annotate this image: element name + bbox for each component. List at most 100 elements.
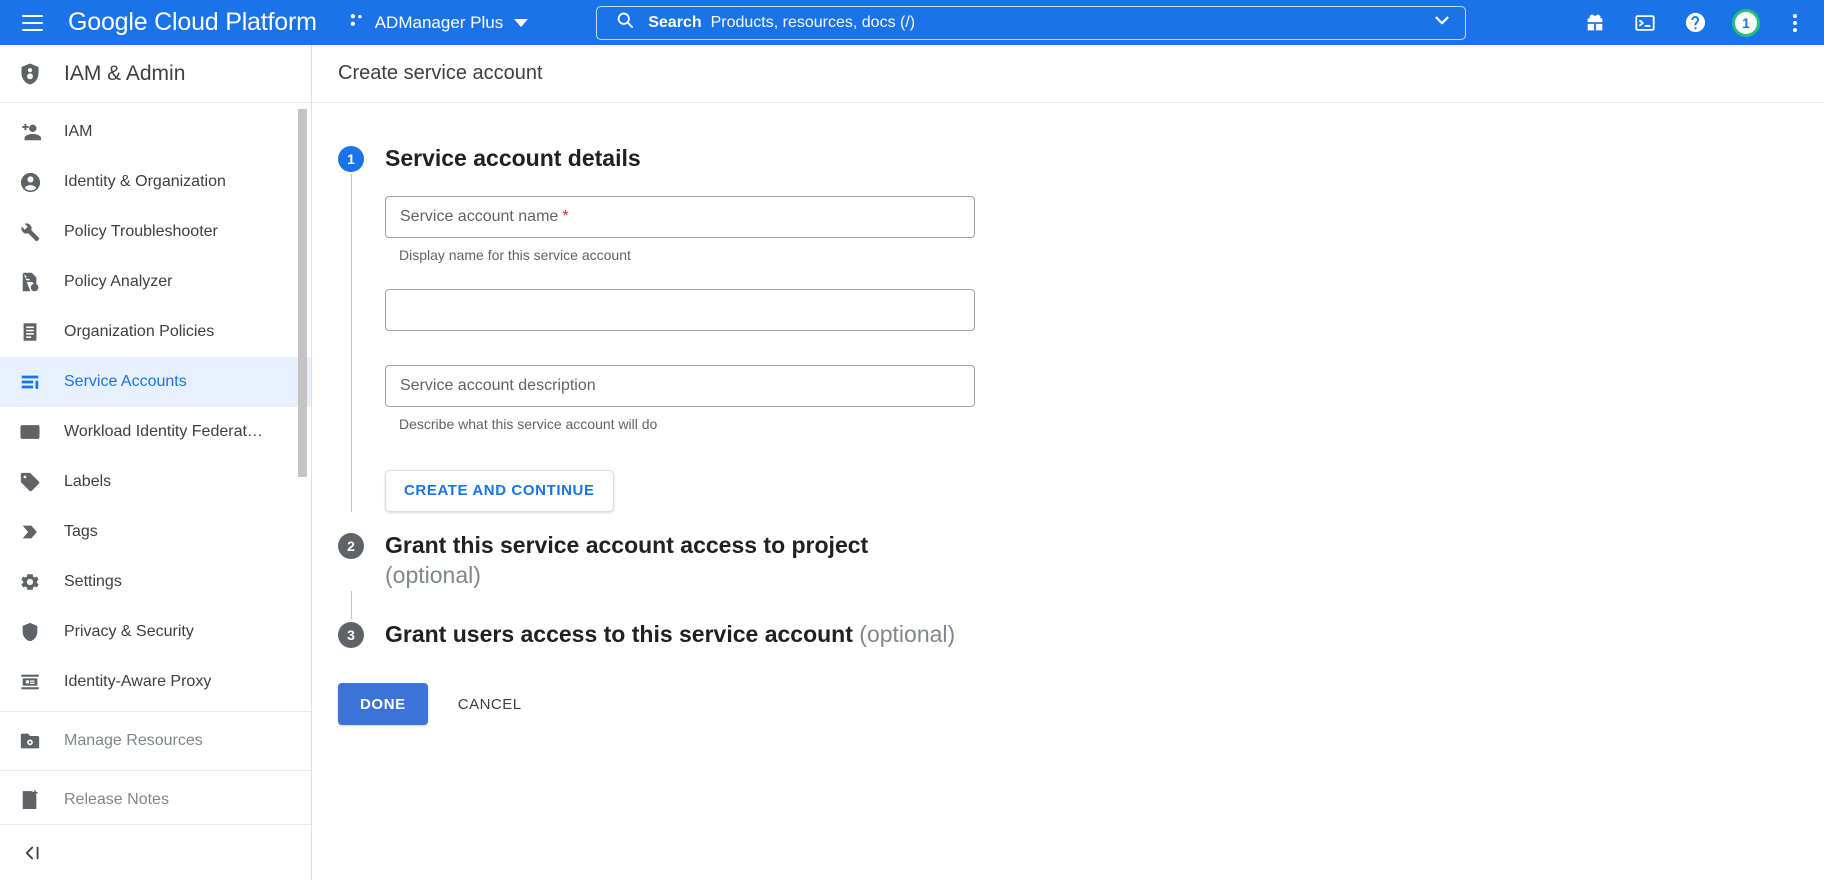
sidebar-item-label: Workload Identity Federat… [64,423,263,440]
step-1-badge: 1 [338,146,364,172]
project-selector-icon [347,10,367,35]
step-3-badge: 3 [338,621,364,648]
cancel-button[interactable]: CANCEL [444,683,536,725]
create-and-continue-button[interactable]: CREATE AND CONTINUE [385,469,614,512]
help-icon[interactable] [1682,10,1708,36]
sidebar-item-label: Tags [64,523,98,540]
sidebar-header: IAM & Admin [0,45,311,103]
sidebar-item-label: Identity & Organization [64,173,226,190]
step-3-title: Grant users access to this service accou… [385,619,955,650]
key-card-icon [18,370,42,394]
rail-line [350,590,352,619]
label-tag-icon [18,470,42,494]
step-2-header[interactable]: 2 Grant this service account access to p… [338,530,1824,591]
top-bar-icon-group: 1 [1582,8,1810,37]
step-2-connector-wrap [338,590,1824,619]
step-2-optional-label: (optional) [385,562,481,589]
sidebar-item-label: IAM [64,123,93,140]
sidebar-item-settings[interactable]: Settings [0,557,311,607]
rail-line [350,173,352,512]
sidebar-scrollbar[interactable] [298,109,307,477]
sidebar-item-iam[interactable]: IAM [0,107,311,157]
sidebar-item-label: Identity-Aware Proxy [64,673,212,690]
tag-chevron-icon [18,520,42,544]
service-account-id-block [385,288,975,331]
list-document-icon [18,320,42,344]
service-account-description-input[interactable]: Service account description [385,364,975,407]
top-app-bar: Google Cloud Platform ADManager Plus Sea… [0,0,1824,45]
cloud-shell-terminal-icon[interactable] [1632,10,1658,36]
folder-gear-icon [18,729,42,753]
iam-shield-icon [18,62,42,86]
person-add-icon [18,120,42,144]
sidebar-item-privacy-security[interactable]: Privacy & Security [0,607,311,657]
sidebar-item-label: Release Notes [64,791,169,808]
service-account-name-placeholder: Service account name [400,207,559,225]
account-circle-icon [18,170,42,194]
release-notes-icon [18,788,42,812]
step-3-header[interactable]: 3 Grant users access to this service acc… [338,619,1824,650]
main-content: Create service account 1 Service account… [312,45,1824,880]
service-account-description-placeholder: Service account description [400,376,596,394]
sidebar-title: IAM & Admin [64,61,186,85]
collapse-panel-icon[interactable] [18,838,48,868]
more-options-kebab-icon[interactable] [1784,13,1806,32]
required-asterisk: * [562,207,569,225]
search-input[interactable]: Products, resources, docs (/) [711,14,916,32]
sidebar-item-service-accounts[interactable]: Service Accounts [0,357,311,407]
create-service-account-form: 1 Service account details Service accoun… [312,103,1824,880]
sidebar-footer [0,824,311,880]
brand-title[interactable]: Google Cloud Platform [68,8,317,37]
page-header: Create service account [312,45,1824,103]
done-button[interactable]: DONE [338,683,428,726]
service-account-description-helper: Describe what this service account will … [399,415,658,432]
sidebar-item-label: Organization Policies [64,323,215,340]
step-1-body: Service account name * Display name for … [385,174,975,512]
service-account-description-block: Service account description Describe wha… [385,364,975,432]
account-avatar[interactable]: 1 [1732,8,1760,37]
sidebar-item-organization-policies[interactable]: Organization Policies [0,307,311,357]
sidebar-item-label: Manage Resources [64,732,203,749]
sidebar-item-label: Service Accounts [64,373,187,390]
sidebar-item-identity-organization[interactable]: Identity & Organization [0,157,311,207]
gear-icon [18,570,42,594]
sidebar-item-label: Labels [64,473,112,490]
sidebar-item-manage-resources[interactable]: Manage Resources [0,716,311,766]
step-connector-rail [338,173,364,512]
form-actions: DONE CANCEL [338,683,1824,726]
sidebar-item-identity-aware-proxy[interactable]: Identity-Aware Proxy [0,657,311,707]
sidebar-scroll-area: IAM Identity & Organization Policy Troub… [0,103,311,824]
sidebar-nav: IAM & Admin IAM Identity & Organization [0,45,312,880]
id-card-icon [18,420,42,444]
page-title: Create service account [338,62,543,84]
service-account-name-helper: Display name for this service account [399,246,631,263]
project-name: ADManager Plus [374,12,504,32]
step-3-optional-label: (optional) [859,620,956,647]
gift-icon[interactable] [1582,10,1608,36]
sidebar-item-policy-analyzer[interactable]: Policy Analyzer [0,257,311,307]
sidebar-item-policy-troubleshooter[interactable]: Policy Troubleshooter [0,207,311,257]
service-account-id-input[interactable] [385,288,975,331]
sidebar-item-release-notes[interactable]: Release Notes [0,775,311,824]
search-bar[interactable]: Search Products, resources, docs (/) [596,5,1467,40]
sidebar-item-label: Privacy & Security [64,623,194,640]
sidebar-item-workload-identity-federation[interactable]: Workload Identity Federat… [0,407,311,457]
step-connector-rail [338,590,364,619]
sidebar-item-labels[interactable]: Labels [0,457,311,507]
sidebar-divider [0,770,311,771]
project-selector[interactable]: ADManager Plus [341,6,535,39]
hamburger-menu-icon[interactable] [10,1,54,45]
step-1-body-wrap: Service account name * Display name for … [338,173,1824,512]
sidebar-item-tags[interactable]: Tags [0,507,311,557]
search-icon [615,10,635,35]
chevron-down-icon [514,18,529,27]
step-2-badge: 2 [338,532,364,559]
wrench-icon [18,220,42,244]
step-2-title-text: Grant this service account access to pro… [385,531,869,558]
search-dropdown-chevron-down-icon[interactable] [1431,9,1453,36]
step-1-title: Service account details [385,145,641,171]
service-account-name-input[interactable]: Service account name * [385,195,975,238]
sidebar-divider [0,711,311,712]
step-2-title: Grant this service account access to pro… [385,530,868,591]
policy-document-icon [18,270,42,294]
